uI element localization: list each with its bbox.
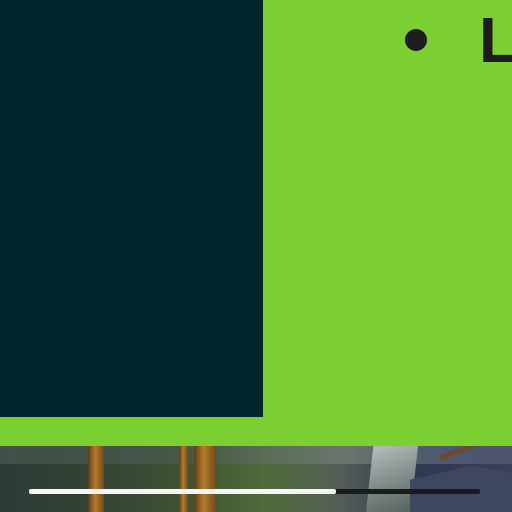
video-scene-background xyxy=(0,446,512,464)
video-frame[interactable] xyxy=(0,446,512,512)
bullet-dot-icon xyxy=(405,29,427,51)
bullet-text: L xyxy=(479,4,512,76)
dark-panel xyxy=(0,0,263,417)
bullet-list-item: L xyxy=(405,6,512,74)
wooden-post xyxy=(194,446,216,512)
video-progress-track[interactable] xyxy=(29,489,480,494)
video-progress-fill[interactable] xyxy=(29,489,336,494)
slide-page: L xyxy=(0,0,512,512)
wooden-post xyxy=(88,446,104,512)
wooden-post xyxy=(179,446,188,512)
